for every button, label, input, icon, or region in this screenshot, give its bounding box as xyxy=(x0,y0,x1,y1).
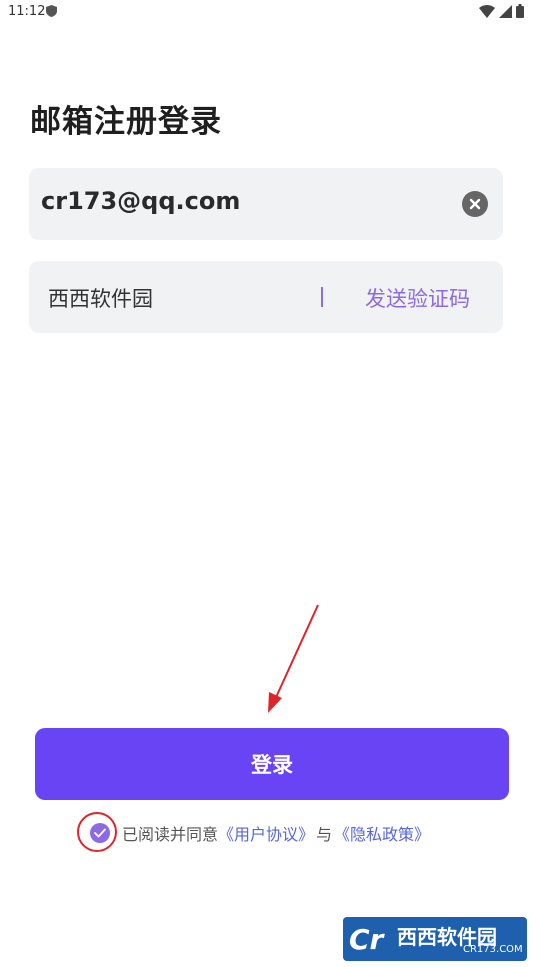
agree-checkbox[interactable] xyxy=(90,823,110,843)
close-icon xyxy=(469,198,481,210)
status-bar: 11:12 xyxy=(0,0,544,24)
annotation-arrow xyxy=(268,604,319,713)
send-code-button[interactable]: 发送验证码 xyxy=(365,283,470,313)
privacy-policy-link[interactable]: 《隐私政策》 xyxy=(334,825,430,844)
status-icons xyxy=(479,4,524,18)
signal-icon xyxy=(499,4,512,18)
watermark-domain: CR173.COM xyxy=(463,944,523,955)
watermark: Cr 西西软件园 CR173.COM xyxy=(343,917,527,961)
page-title: 邮箱注册登录 xyxy=(30,104,222,140)
shield-icon xyxy=(46,5,57,17)
check-icon xyxy=(94,828,106,838)
email-field[interactable]: cr173@qq.com xyxy=(29,168,503,240)
login-button[interactable]: 登录 xyxy=(35,728,509,800)
verification-code-field[interactable]: 西西软件园 发送验证码 xyxy=(29,261,503,333)
clear-email-button[interactable] xyxy=(462,191,488,217)
agreement-conjunction: 与 xyxy=(316,825,333,844)
agreement-text: 已阅读并同意《用户协议》与《隐私政策》 xyxy=(122,821,430,845)
user-agreement-link[interactable]: 《用户协议》 xyxy=(218,825,314,844)
email-input[interactable]: cr173@qq.com xyxy=(41,187,240,215)
status-time: 11:12 xyxy=(8,4,46,19)
verification-code-input[interactable]: 西西软件园 xyxy=(48,283,153,313)
battery-icon xyxy=(516,4,524,18)
wifi-icon xyxy=(479,4,495,18)
watermark-logo: Cr xyxy=(349,923,384,956)
agreement-prefix: 已阅读并同意 xyxy=(122,825,219,844)
field-divider xyxy=(321,287,323,307)
